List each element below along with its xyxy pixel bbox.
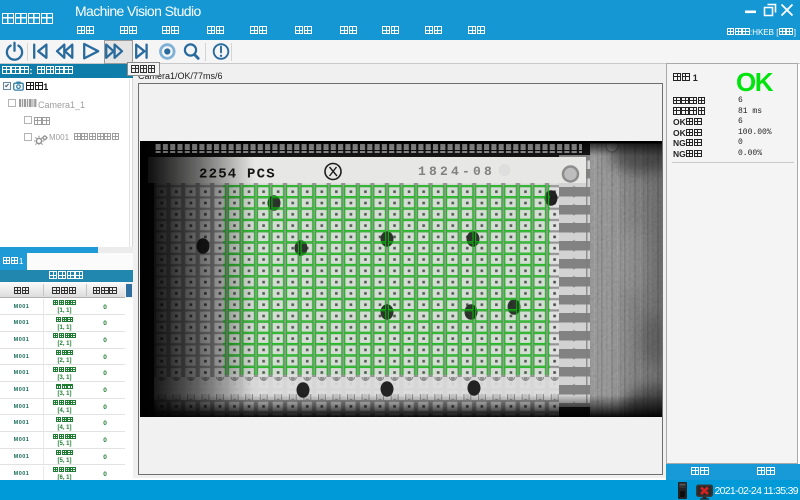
svg-text:1824-08: 1824-08 (418, 164, 495, 179)
